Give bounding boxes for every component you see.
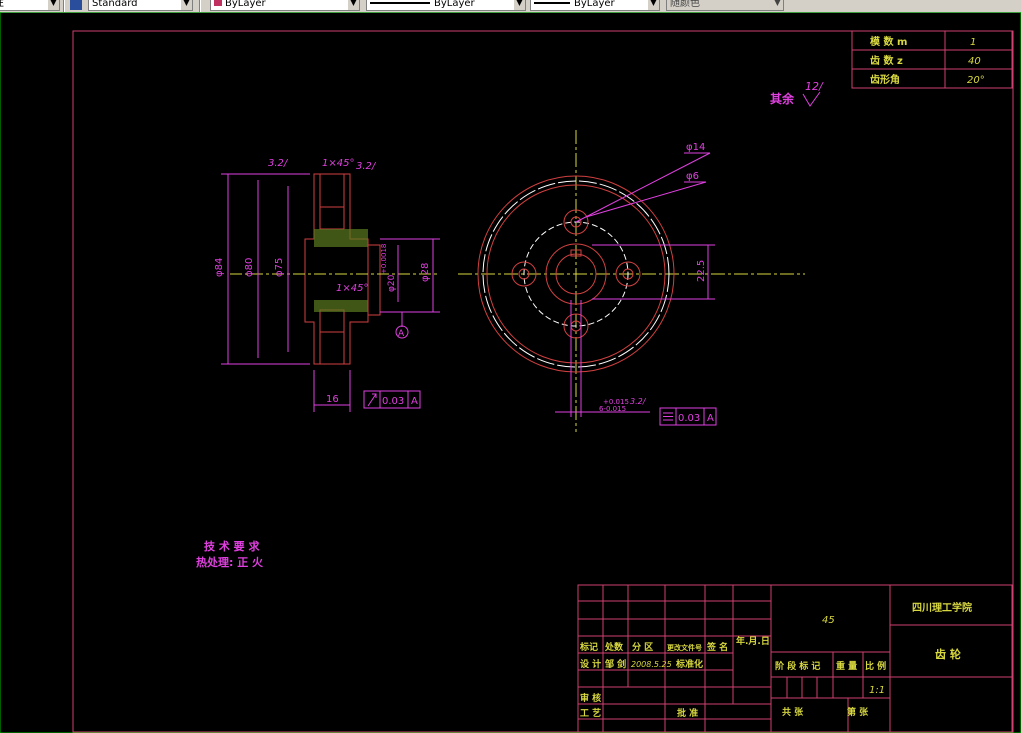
- chevron-down-icon[interactable]: ▼: [772, 0, 783, 10]
- gdt-right-datum: A: [707, 413, 714, 424]
- param-value: 1: [970, 37, 976, 48]
- chevron-down-icon[interactable]: ▼: [648, 0, 659, 10]
- header-count: 处数: [604, 641, 624, 653]
- gear-front-view[interactable]: φ14 φ6 22.5 +0.015 6-0.015 3.2/ 0.03 A: [458, 130, 805, 432]
- color-value: ByLayer: [225, 0, 266, 9]
- stage-mark-label: 阶 段 标 记: [775, 660, 820, 672]
- hub-outline: [367, 244, 381, 316]
- dim-d20-tol: +0.0018: [380, 244, 388, 274]
- relief-hole-upper: [319, 206, 345, 230]
- gdt-right-value: 0.03: [678, 413, 700, 424]
- tooth-lines: [319, 174, 345, 364]
- dim-d84: φ84: [214, 258, 225, 277]
- lineweight-value: ByLayer: [574, 0, 615, 9]
- scale-label: 比 例: [865, 660, 886, 672]
- text-style-combo[interactable]: Standard ▼: [88, 0, 193, 11]
- gear-params-table: 模 数 m 1 齿 数 z 40 齿形角 20°: [851, 30, 1013, 89]
- dim-chamfer-top: 1×45°: [322, 158, 354, 169]
- color-combo[interactable]: ByLayer ▼: [210, 0, 360, 11]
- plotstyle-combo[interactable]: 随颜色 ▼: [666, 0, 784, 11]
- review-label: 审 核: [580, 692, 601, 704]
- linetype-combo[interactable]: ByLayer ▼: [366, 0, 526, 11]
- chevron-down-icon[interactable]: ▼: [514, 0, 525, 10]
- design-date: 2008.5.25: [631, 660, 672, 669]
- linetype-swatch-icon: [370, 2, 430, 4]
- toolbar-separator: [199, 0, 201, 12]
- gear-body-outline: [304, 173, 369, 365]
- roughness-note: 其余 12/: [770, 80, 824, 107]
- header-date: 年.月.日: [736, 635, 770, 647]
- approve-label: 批 准: [677, 707, 698, 719]
- param-label: 齿形角: [870, 73, 900, 86]
- dim-d20: φ20: [387, 274, 397, 292]
- gdt-left-value: 0.03: [382, 396, 404, 407]
- symmetry-icon: [663, 412, 673, 421]
- sheet-number: 第 张: [847, 706, 869, 718]
- material: 45: [822, 615, 835, 626]
- drawing-frame: [72, 30, 1014, 733]
- designer: 邹 剑: [604, 658, 626, 670]
- roughness-note-value: 12/: [805, 80, 824, 93]
- roughness-symbol-icon: [802, 91, 821, 107]
- header-change-doc: 更改文件号: [667, 643, 702, 652]
- process-label: 工 艺: [580, 707, 601, 719]
- section-hatch-lower: [314, 300, 368, 312]
- linetype-value: ByLayer: [434, 0, 475, 9]
- tech-req-line1: 热处理: 正 火: [196, 555, 264, 569]
- param-value: 20°: [967, 75, 985, 86]
- dim-pcd: 22.5: [696, 260, 707, 282]
- chevron-down-icon[interactable]: ▼: [348, 0, 359, 10]
- param-value: 40: [968, 56, 981, 67]
- lineweight-swatch-icon: [534, 2, 570, 4]
- toolbar-separator: [63, 0, 65, 12]
- dim-chamfer-mid: 1×45°: [336, 283, 368, 294]
- text-style-icon[interactable]: [70, 0, 82, 10]
- scale-value: 1:1: [869, 685, 885, 696]
- gear-section-view[interactable]: φ84 φ80 φ75 φ20 +0.0018 φ28 1×45° 3.2/ 3…: [214, 158, 440, 412]
- weight-label: 重 量: [836, 660, 857, 672]
- drawing-canvas[interactable]: 模 数 m 1 齿 数 z 40 齿形角 20° 其余 12/ φ84 φ80 …: [0, 12, 1021, 733]
- dim-d75: φ75: [274, 258, 285, 277]
- header-zone: 分 区: [632, 641, 653, 653]
- design-label: 设 计: [580, 658, 601, 670]
- sheet-outer-border: [0, 12, 1021, 733]
- lineweight-combo[interactable]: ByLayer ▼: [530, 0, 660, 11]
- chevron-down-icon[interactable]: ▼: [181, 0, 192, 10]
- header-mark: 标记: [579, 641, 598, 653]
- chevron-down-icon[interactable]: ▼: [48, 0, 59, 10]
- text-style-value: Standard: [92, 0, 138, 9]
- dim-width: 16: [326, 394, 339, 405]
- roughness-keyway: 3.2/: [630, 397, 647, 406]
- part-name: 齿 轮: [935, 647, 961, 661]
- dim-d28: φ28: [420, 263, 431, 282]
- plotstyle-value: 随颜色: [670, 0, 700, 9]
- school-name: 四川理工学院: [912, 601, 972, 614]
- header-signature: 签 名: [706, 641, 728, 653]
- tech-req-title: 技 术 要 求: [204, 539, 260, 553]
- layer-combo-value: 线性: [0, 0, 4, 9]
- standardization: 标准化: [675, 658, 703, 670]
- param-label: 模 数 m: [870, 35, 907, 48]
- roughness-note-label: 其余: [770, 91, 795, 106]
- layer-combo[interactable]: 线性 ▼: [0, 0, 60, 11]
- color-swatch-icon: [214, 0, 222, 6]
- roughness-top-left: 3.2/: [268, 158, 289, 169]
- gdt-left-datum: A: [411, 396, 418, 407]
- dim-d6: φ6: [686, 171, 699, 182]
- total-sheets: 共 张: [782, 706, 804, 718]
- datum-label: A: [398, 329, 405, 339]
- roughness-top-right: 3.2/: [356, 161, 377, 172]
- dim-d80: φ80: [244, 258, 255, 277]
- dim-keyway: 6-0.015: [599, 405, 626, 413]
- relief-hole-lower: [319, 309, 345, 333]
- param-label: 齿 数 z: [870, 54, 903, 67]
- dim-d14: φ14: [686, 142, 705, 153]
- section-hatch-upper: [314, 229, 368, 247]
- runout-icon: [367, 393, 377, 407]
